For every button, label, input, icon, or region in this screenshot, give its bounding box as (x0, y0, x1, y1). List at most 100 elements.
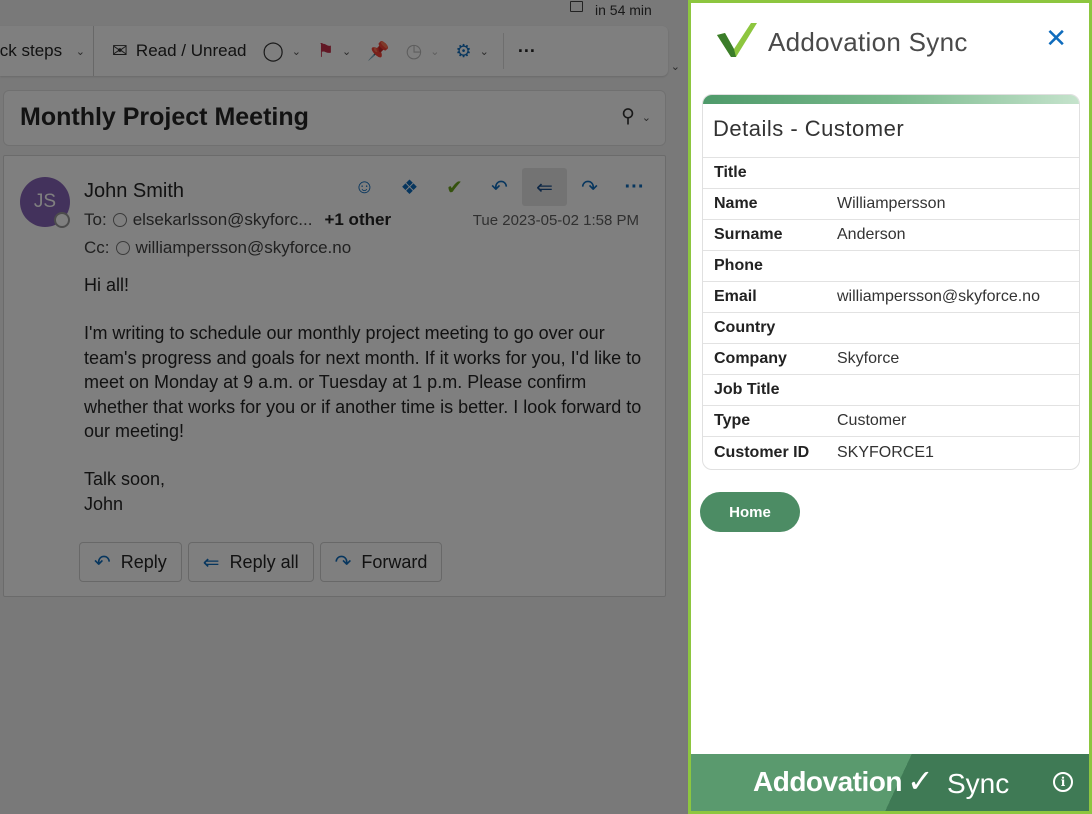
detail-row: Phone (703, 251, 1079, 282)
reply-icon-button[interactable]: ↶ (477, 168, 522, 206)
checkmark-logo-icon: ✓ (907, 763, 934, 799)
addin-title: Addovation Sync (768, 27, 968, 57)
home-button[interactable]: Home (700, 492, 800, 532)
presence-ring-icon (112, 213, 127, 227)
rules-icon: ⚙ (455, 40, 472, 61)
reply-buttons: ↶ Reply ⇐ Reply all ↷ Forward (79, 542, 443, 582)
more-actions-button[interactable]: ··· (612, 168, 657, 206)
customer-details-card: Details - Customer Title Name Williamperss… (702, 94, 1080, 470)
tag-button[interactable]: ◯ ⌄ (255, 26, 309, 76)
chevron-down-icon: ⌄ (430, 45, 440, 58)
chevron-down-icon: ⌄ (291, 45, 301, 58)
cc-recipient[interactable]: williampersson@skyforce.no (136, 238, 352, 258)
reminder-text: in 54 min (595, 2, 652, 18)
to-line: To: elsekarlsson@skyforc... +1 other (84, 210, 391, 230)
cc-line: Cc: williampersson@skyforce.no (84, 238, 351, 258)
reply-icon: ↶ (491, 176, 508, 199)
presence-ring-icon (115, 241, 130, 255)
detail-row: Title (703, 158, 1079, 189)
zoom-icon[interactable]: ⚲ (621, 105, 635, 128)
to-label: To: (84, 210, 107, 229)
details-table: Title Name Williampersson Surname Anderson Ph… (703, 158, 1079, 468)
card-title: Details - Customer (703, 104, 1079, 158)
read-unread-label: Read / Unread (135, 41, 247, 60)
detail-row: Company Skyforce (703, 344, 1079, 375)
body-signoff: Talk soon, (84, 469, 166, 490)
loop-button[interactable]: ❖ (387, 168, 432, 206)
detail-label: Customer ID (714, 443, 810, 461)
addovation-button[interactable]: ✔ (432, 168, 477, 206)
addin-footer: Addovation ✓ Sync i (691, 754, 1089, 811)
email-subject: Monthly Project Meeting (20, 103, 309, 131)
detail-row: Surname Anderson (703, 220, 1079, 251)
addovation-check-icon: ✔ (446, 176, 463, 199)
toolbar-divider (502, 33, 504, 69)
presence-status-icon (54, 212, 70, 228)
detail-label: Company (714, 350, 787, 367)
more-options-button[interactable]: ··· (510, 26, 544, 76)
flag-button[interactable]: ⚑ ⌄ (309, 26, 359, 76)
quick-steps-label: ick steps (0, 41, 63, 60)
smiley-icon: ☺ (354, 175, 375, 198)
body-greeting: Hi all! (84, 275, 130, 295)
detail-label: Email (714, 288, 757, 305)
detail-row: Country (703, 313, 1079, 344)
detail-row: Name Williampersson (703, 189, 1079, 220)
pin-button[interactable]: 📌 (359, 26, 397, 76)
ribbon-expand-chevron-icon[interactable]: ⌄ (671, 60, 680, 73)
addin-header: Addovation Sync ✕ (691, 3, 1089, 83)
reply-all-icon: ⇐ (536, 176, 553, 199)
addovation-logo-icon (717, 23, 757, 57)
detail-label: Job Title (714, 381, 780, 398)
reply-all-label: Reply all (229, 551, 299, 572)
more-label: ··· (517, 40, 536, 61)
reply-button[interactable]: ↶ Reply (79, 542, 182, 582)
detail-value: Skyforce (837, 350, 900, 367)
detail-label: Type (714, 412, 751, 429)
chevron-down-icon[interactable]: ⌄ (76, 45, 85, 58)
sender-name[interactable]: John Smith (84, 180, 184, 203)
ribbon-toolbar: ick steps ⌄ ✉ Read / Unread ◯ ⌄ ⚑ ⌄ 📌 ◷ … (0, 26, 680, 76)
detail-row: Type Customer (703, 406, 1079, 437)
card-accent-bar (703, 95, 1079, 104)
reminder[interactable]: in 54 min (570, 0, 652, 18)
footer-sync: Sync (947, 768, 1010, 799)
forward-label: Forward (361, 551, 428, 572)
cc-label: Cc: (84, 238, 110, 257)
snooze-button[interactable]: ◷ ⌄ (398, 26, 448, 76)
reply-icon: ↶ (94, 551, 111, 574)
detail-value: Williampersson (837, 195, 946, 212)
reply-label: Reply (120, 551, 167, 572)
more-recipients-link[interactable]: +1 other (324, 210, 391, 230)
tag-icon: ◯ (262, 40, 284, 62)
forward-button[interactable]: ↷ Forward (319, 542, 443, 582)
outlook-reading-pane: in 54 min ick steps ⌄ ✉ Read / Unread ◯ … (0, 0, 690, 814)
detail-label: Surname (714, 226, 783, 243)
reply-all-button[interactable]: ⇐ Reply all (187, 542, 314, 582)
read-unread-button[interactable]: ✉ Read / Unread (104, 26, 255, 76)
info-icon[interactable]: i (1053, 772, 1073, 792)
chevron-down-icon: ⌄ (342, 45, 352, 58)
detail-label: Country (714, 319, 776, 336)
footer-brand: Addovation (753, 766, 903, 797)
forward-icon-button[interactable]: ↷ (567, 168, 612, 206)
detail-label: Name (714, 195, 758, 212)
email-message: JS John Smith ☺ ❖ ✔ ↶ ⇐ ↷ ··· To: elseka… (3, 155, 666, 597)
more-icon: ··· (624, 175, 645, 198)
clock-icon: ◷ (405, 40, 423, 62)
quick-steps-button[interactable]: ick steps ⌄ (0, 26, 94, 76)
detail-value: Anderson (837, 226, 906, 243)
sent-date: Tue 2023-05-02 1:58 PM (472, 212, 639, 229)
reply-all-icon-button[interactable]: ⇐ (522, 168, 567, 206)
detail-label: Phone (714, 257, 763, 274)
body-paragraph: I'm writing to schedule our monthly proj… (84, 323, 642, 442)
loop-icon: ❖ (400, 176, 419, 199)
chevron-down-icon[interactable]: ⌄ (642, 111, 651, 124)
rules-button[interactable]: ⚙ ⌄ (447, 26, 496, 76)
detail-row: Job Title (703, 375, 1079, 406)
to-recipient[interactable]: elsekarlsson@skyforc... (133, 210, 313, 230)
emoji-react-button[interactable]: ☺ (342, 168, 387, 206)
subject-bar: Monthly Project Meeting ⚲ ⌄ (3, 90, 666, 146)
close-icon[interactable]: ✕ (1045, 25, 1067, 51)
detail-value: SKYFORCE1 (837, 443, 934, 461)
